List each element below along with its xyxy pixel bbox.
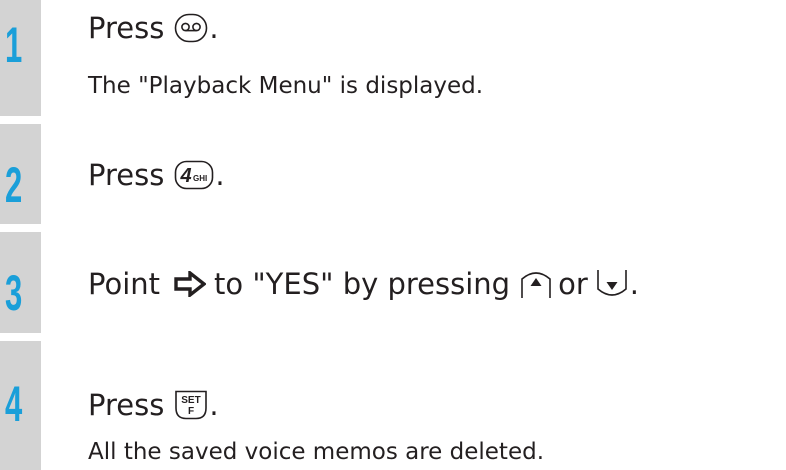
f-key-label: F <box>188 406 194 417</box>
step-4-period: . <box>209 388 219 422</box>
step-1-instruction: Press . <box>88 10 219 46</box>
step-3-point-text: Point <box>88 267 161 301</box>
step-4-press-text: Press <box>88 388 165 422</box>
up-key-icon <box>520 269 552 299</box>
step-1-description: The "Playback Menu" is displayed. <box>88 73 484 99</box>
voicemail-key-icon <box>174 13 208 43</box>
set-f-key-icon: SET F <box>174 390 208 420</box>
step-number-2: 2 <box>5 157 23 213</box>
step-3-instruction: Point to "YES" by pressing or . <box>88 266 639 302</box>
set-key-label: SET <box>182 395 201 406</box>
step-number-4: 4 <box>5 376 23 432</box>
step-2-press-text: Press <box>88 158 165 192</box>
step-4-description: All the saved voice memos are deleted. <box>88 439 545 465</box>
step-3-period: . <box>629 267 639 301</box>
step-1-press-text: Press <box>88 11 165 45</box>
step-number-1: 1 <box>5 17 23 73</box>
4ghi-key-letters: GHI <box>193 174 207 183</box>
pointer-arrow-icon <box>174 271 207 297</box>
step-2-instruction: Press 4 GHI . <box>88 157 225 193</box>
step-4-instruction: Press SET F . <box>88 387 219 423</box>
step-2-period: . <box>215 158 225 192</box>
4ghi-key-digit: 4 <box>180 165 192 187</box>
step-3-or-text: or <box>558 267 588 301</box>
down-key-icon <box>596 269 628 299</box>
4ghi-key-icon: 4 GHI <box>174 160 214 190</box>
step-number-3: 3 <box>5 265 23 321</box>
step-1-period: . <box>209 11 219 45</box>
step-3-yes-text: to "YES" by pressing <box>214 267 511 301</box>
